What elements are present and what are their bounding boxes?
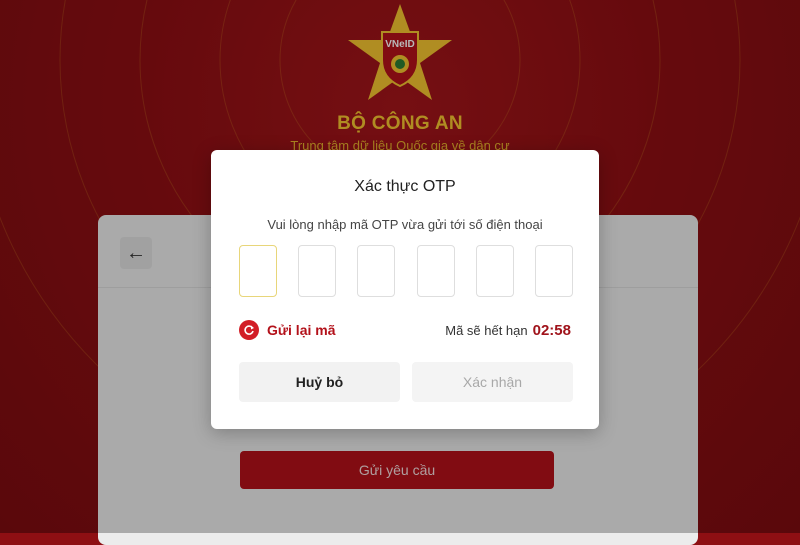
resend-label: Gửi lại mã: [267, 322, 336, 338]
expiry-label: Mã sẽ hết hạn: [445, 323, 528, 338]
otp-digit-1[interactable]: [239, 245, 277, 297]
dialog-description: Vui lòng nhập mã OTP vừa gửi tới số điện…: [267, 217, 543, 232]
confirm-button[interactable]: Xác nhận: [412, 362, 573, 402]
otp-digit-3[interactable]: [357, 245, 396, 297]
expiry-countdown: 02:58: [532, 322, 571, 339]
dialog-actions: Huỷ bỏ Xác nhận: [239, 362, 573, 402]
otp-digit-6[interactable]: [534, 245, 573, 297]
otp-digit-4[interactable]: [416, 245, 455, 297]
otp-digit-2[interactable]: [298, 245, 337, 297]
otp-digit-5[interactable]: [475, 245, 514, 297]
otp-dialog: Xác thực OTP Vui lòng nhập mã OTP vừa gử…: [211, 150, 599, 429]
cancel-button[interactable]: Huỷ bỏ: [239, 362, 400, 402]
resend-code-button[interactable]: Gửi lại mã: [239, 320, 336, 340]
refresh-icon: [239, 320, 259, 340]
otp-input-group: [239, 245, 573, 299]
dialog-title: Xác thực OTP: [354, 178, 456, 195]
otp-expiry: Mã sẽ hết hạn 02:58: [445, 322, 571, 339]
